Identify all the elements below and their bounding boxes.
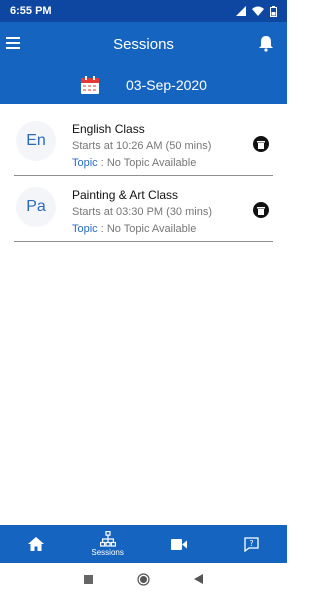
menu-icon[interactable] [6, 33, 26, 53]
app-bar: Sessions [0, 22, 287, 66]
session-info: Painting & Art Class Starts at 03:30 PM … [72, 187, 212, 237]
session-time: Starts at 03:30 PM (30 mins) [72, 206, 212, 218]
video-icon [171, 538, 188, 550]
session-name: English Class [72, 122, 145, 136]
date-bar[interactable]: 03-Sep-2020 [0, 66, 287, 104]
session-card[interactable]: Pa Painting & Art Class Starts at 03:30 … [14, 178, 273, 242]
session-time: Starts at 10:26 AM (50 mins) [72, 140, 212, 152]
bell-icon[interactable] [257, 34, 275, 52]
topic-label: Topic [72, 157, 98, 169]
delete-icon[interactable] [253, 202, 269, 218]
topic-label: Topic [72, 223, 98, 235]
wifi-icon [252, 6, 264, 16]
nav-help[interactable]: ? [221, 525, 281, 563]
calendar-icon [81, 76, 100, 94]
record-icon[interactable] [137, 572, 150, 586]
topic-separator: : [97, 157, 107, 169]
nav-sessions[interactable]: Sessions [78, 525, 138, 563]
session-card[interactable]: En English Class Starts at 10:26 AM (50 … [14, 112, 273, 176]
status-time: 6:55 PM [10, 5, 52, 17]
bottom-nav: Sessions ? [0, 525, 287, 563]
nav-video[interactable] [149, 525, 209, 563]
session-avatar: Pa [16, 187, 56, 227]
battery-icon [270, 5, 277, 17]
nav-home[interactable] [6, 525, 66, 563]
session-info: English Class Starts at 10:26 AM (50 min… [72, 121, 211, 171]
status-icons [236, 5, 277, 17]
status-bar: 6:55 PM [0, 0, 287, 22]
system-nav-bar [0, 564, 287, 594]
session-name: Painting & Art Class [72, 188, 179, 202]
stop-icon[interactable] [84, 574, 93, 584]
sessions-list: En English Class Starts at 10:26 AM (50 … [0, 112, 287, 242]
nav-sessions-label: Sessions [91, 548, 124, 557]
session-topic: Topic : No Topic Available [72, 221, 212, 237]
svg-text:?: ? [249, 539, 253, 548]
back-icon[interactable] [194, 574, 203, 584]
home-icon [27, 537, 44, 551]
selected-date: 03-Sep-2020 [126, 77, 207, 93]
topic-value: No Topic Available [106, 223, 197, 235]
sessions-icon [99, 531, 116, 547]
page-title: Sessions [113, 35, 174, 53]
topic-separator: : [97, 223, 107, 235]
session-topic: Topic : No Topic Available [72, 155, 211, 171]
topic-value: No Topic Available [106, 157, 197, 169]
signal-icon [236, 6, 246, 16]
help-icon: ? [243, 536, 259, 552]
delete-icon[interactable] [253, 136, 269, 152]
session-avatar: En [16, 121, 56, 161]
